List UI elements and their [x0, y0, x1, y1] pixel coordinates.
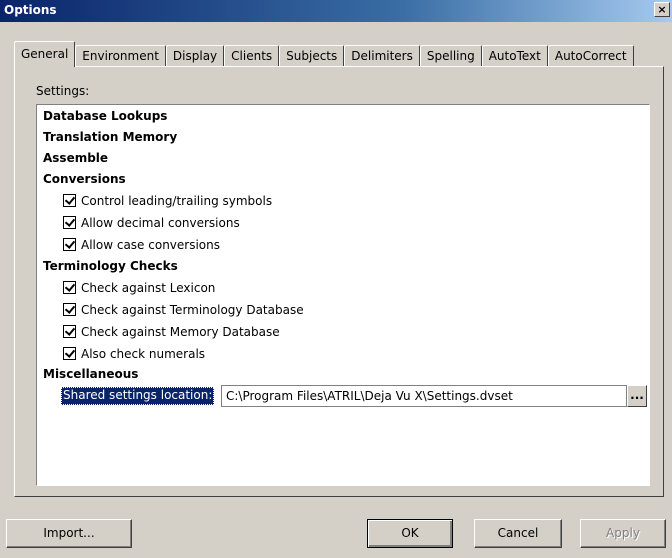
shared-settings-row: Shared settings location: ... — [61, 385, 647, 407]
shared-settings-path-input[interactable] — [221, 385, 627, 407]
checkbox-checked-icon[interactable] — [63, 194, 76, 207]
tab-autotext[interactable]: AutoText — [481, 45, 548, 67]
tab-environment[interactable]: Environment — [75, 45, 166, 67]
option-allow-decimal[interactable]: Allow decimal conversions — [63, 214, 240, 232]
section-assemble[interactable]: Assemble — [43, 149, 108, 167]
section-miscellaneous[interactable]: Miscellaneous — [43, 365, 138, 383]
option-check-terminology-db[interactable]: Check against Terminology Database — [63, 301, 304, 319]
option-label: Check against Terminology Database — [81, 303, 304, 317]
option-label: Also check numerals — [81, 347, 206, 361]
tab-autocorrect[interactable]: AutoCorrect — [547, 45, 634, 67]
section-translation-memory[interactable]: Translation Memory — [43, 128, 177, 146]
settings-label: Settings: — [36, 84, 90, 98]
tab-spelling[interactable]: Spelling — [419, 45, 482, 67]
title-bar: Options × — [0, 0, 672, 22]
tab-strip: General Environment Display Clients Subj… — [14, 41, 634, 67]
checkbox-checked-icon[interactable] — [63, 238, 76, 251]
apply-button[interactable]: Apply — [580, 519, 666, 548]
section-database-lookups[interactable]: Database Lookups — [43, 107, 167, 125]
cancel-button[interactable]: Cancel — [474, 519, 562, 548]
tab-subjects[interactable]: Subjects — [279, 45, 345, 67]
section-terminology-checks[interactable]: Terminology Checks — [43, 257, 178, 275]
tab-clients[interactable]: Clients — [224, 45, 280, 67]
import-button[interactable]: Import... — [6, 519, 132, 548]
option-label: Allow decimal conversions — [81, 216, 240, 230]
settings-tree[interactable]: Database Lookups Translation Memory Asse… — [36, 104, 650, 486]
close-button[interactable]: × — [654, 2, 670, 17]
browse-button[interactable]: ... — [627, 385, 647, 407]
window-title: Options — [4, 3, 57, 17]
tab-display[interactable]: Display — [165, 45, 225, 67]
option-check-numerals[interactable]: Also check numerals — [63, 345, 205, 363]
shared-settings-label[interactable]: Shared settings location: — [61, 387, 215, 405]
option-control-leading-trailing[interactable]: Control leading/trailing symbols — [63, 192, 272, 210]
checkbox-checked-icon[interactable] — [63, 281, 76, 294]
checkbox-checked-icon[interactable] — [63, 347, 76, 360]
checkbox-checked-icon[interactable] — [63, 216, 76, 229]
option-check-lexicon[interactable]: Check against Lexicon — [63, 279, 215, 297]
tab-general[interactable]: General — [14, 41, 76, 67]
ok-button[interactable]: OK — [367, 519, 453, 548]
option-allow-case[interactable]: Allow case conversions — [63, 236, 220, 254]
section-conversions[interactable]: Conversions — [43, 170, 126, 188]
option-label: Check against Lexicon — [81, 281, 216, 295]
option-label: Control leading/trailing symbols — [81, 194, 273, 208]
option-label: Allow case conversions — [81, 238, 220, 252]
tab-delimiters[interactable]: Delimiters — [344, 45, 420, 67]
checkbox-checked-icon[interactable] — [63, 303, 76, 316]
option-check-memory-db[interactable]: Check against Memory Database — [63, 323, 280, 341]
option-label: Check against Memory Database — [81, 325, 280, 339]
checkbox-checked-icon[interactable] — [63, 325, 76, 338]
